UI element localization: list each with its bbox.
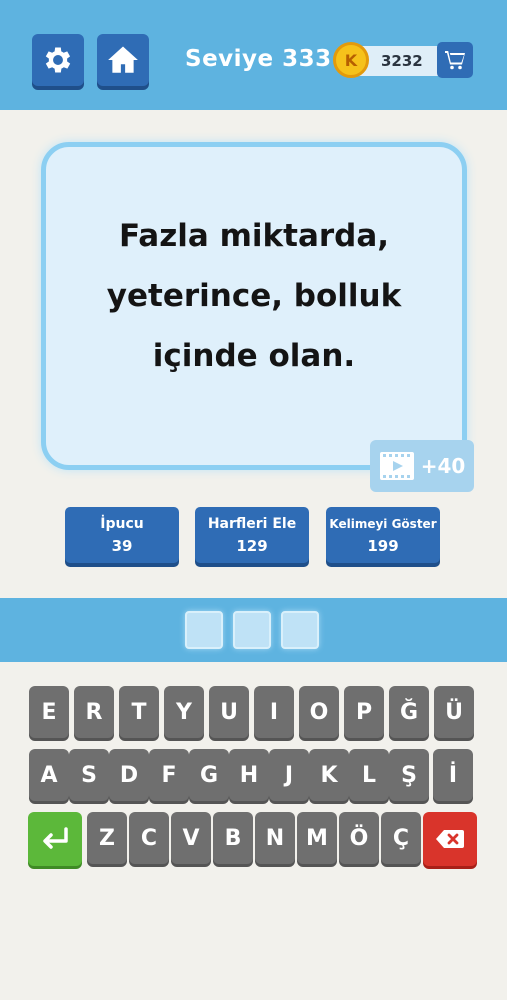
answer-slot[interactable]: [185, 611, 223, 649]
key-m[interactable]: M: [297, 812, 337, 864]
reveal-cost: 199: [367, 536, 399, 555]
key-v[interactable]: V: [171, 812, 211, 864]
shop-button[interactable]: [437, 42, 473, 78]
answer-slot[interactable]: [233, 611, 271, 649]
home-icon: [108, 46, 138, 73]
video-reward-label: +40: [420, 454, 466, 478]
reveal-word-button[interactable]: Kelimeyi Göster 199: [326, 507, 440, 563]
key-s-cedilla[interactable]: Ş: [389, 749, 429, 801]
key-g[interactable]: G: [189, 749, 229, 801]
cart-icon: [445, 51, 465, 70]
key-b[interactable]: B: [213, 812, 253, 864]
question-card: Fazla miktarda, yeterince, bolluk içinde…: [41, 142, 467, 470]
key-c[interactable]: C: [129, 812, 169, 864]
key-g-breve[interactable]: Ğ: [389, 686, 429, 738]
backspace-icon: [436, 830, 464, 848]
question-line: yeterince, bolluk: [106, 278, 402, 314]
home-button[interactable]: [97, 34, 149, 86]
delete-key[interactable]: [423, 812, 477, 866]
film-icon: [379, 452, 414, 480]
key-o-umlaut[interactable]: Ö: [339, 812, 379, 864]
key-f[interactable]: F: [149, 749, 189, 801]
eliminate-label: Harfleri Ele: [207, 515, 297, 532]
gear-icon: [45, 47, 71, 73]
level-label: Seviye 333: [185, 46, 332, 72]
key-e[interactable]: E: [29, 686, 69, 738]
key-u-umlaut[interactable]: Ü: [434, 686, 474, 738]
key-y[interactable]: Y: [164, 686, 204, 738]
question-text: Fazla miktarda, yeterince, bolluk içinde…: [107, 206, 401, 386]
key-s[interactable]: S: [69, 749, 109, 801]
eliminate-cost: 129: [236, 536, 268, 555]
coin-icon: K: [333, 42, 369, 78]
key-a[interactable]: A: [29, 749, 69, 801]
watch-video-button[interactable]: +40: [370, 440, 474, 492]
key-i-dotted[interactable]: İ: [433, 749, 473, 801]
key-c-cedilla[interactable]: Ç: [381, 812, 421, 864]
coin-counter: 3232 K: [333, 40, 473, 80]
key-r[interactable]: R: [74, 686, 114, 738]
answer-slot[interactable]: [281, 611, 319, 649]
hint-cost: 39: [111, 536, 133, 555]
enter-key[interactable]: [28, 812, 82, 866]
key-d[interactable]: D: [109, 749, 149, 801]
enter-arrow-icon: [43, 827, 68, 849]
key-h[interactable]: H: [229, 749, 269, 801]
reveal-label: Kelimeyi Göster: [329, 516, 437, 531]
key-l[interactable]: L: [349, 749, 389, 801]
key-t[interactable]: T: [119, 686, 159, 738]
key-j[interactable]: J: [269, 749, 309, 801]
question-line: içinde olan.: [152, 338, 356, 374]
hint-label: İpucu: [100, 515, 144, 532]
key-n[interactable]: N: [255, 812, 295, 864]
hint-button[interactable]: İpucu 39: [65, 507, 179, 563]
key-i[interactable]: I: [254, 686, 294, 738]
key-k[interactable]: K: [309, 749, 349, 801]
key-z[interactable]: Z: [87, 812, 127, 864]
key-p[interactable]: P: [344, 686, 384, 738]
settings-button[interactable]: [32, 34, 84, 86]
key-o[interactable]: O: [299, 686, 339, 738]
question-line: Fazla miktarda,: [118, 218, 390, 254]
eliminate-letters-button[interactable]: Harfleri Ele 129: [195, 507, 309, 563]
key-u[interactable]: U: [209, 686, 249, 738]
